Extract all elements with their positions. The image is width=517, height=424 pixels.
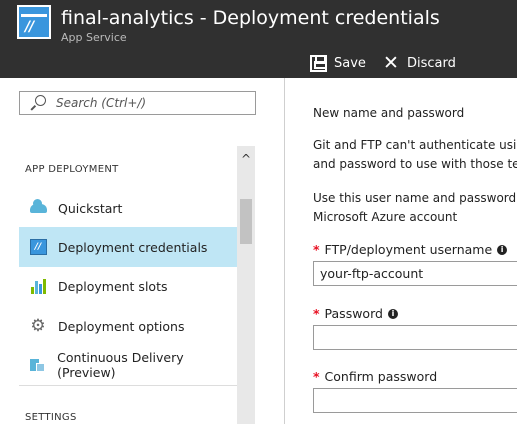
- search-input[interactable]: [56, 96, 246, 110]
- password-field[interactable]: [313, 325, 517, 350]
- app-service-icon: //: [17, 5, 51, 39]
- menu-scrollbar[interactable]: ^: [237, 146, 255, 424]
- save-label: Save: [334, 55, 366, 71]
- form-heading: New name and password: [313, 106, 465, 120]
- required-marker: *: [313, 306, 320, 321]
- section-divider: [19, 385, 237, 386]
- discard-label: Discard: [407, 55, 456, 71]
- required-marker: *: [313, 369, 320, 384]
- sidebar-item-continuous-delivery[interactable]: Continuous Delivery (Preview): [19, 345, 237, 385]
- username-label-text: FTP/deployment username: [324, 242, 493, 257]
- page-subtitle: App Service: [61, 31, 127, 44]
- confirm-password-field[interactable]: [313, 388, 517, 413]
- blade-header: // final-analytics - Deployment credenti…: [0, 0, 517, 78]
- search-box[interactable]: [19, 91, 256, 115]
- gear-icon: ⚙: [30, 315, 46, 336]
- required-marker: *: [313, 242, 320, 257]
- info-icon[interactable]: i: [387, 308, 398, 319]
- sidebar-item-deployment-slots[interactable]: Deployment slots: [19, 266, 237, 306]
- sidebar-item-label: Continuous Delivery (Preview): [57, 350, 184, 380]
- resource-menu: APP DEPLOYMENT Quickstart // Deployment …: [0, 78, 256, 424]
- discard-button[interactable]: ✕ Discard: [382, 52, 456, 74]
- confirm-password-label: * Confirm password: [313, 369, 437, 384]
- password-label-text: Password: [324, 306, 383, 321]
- save-icon: [309, 54, 327, 72]
- save-button[interactable]: Save: [309, 52, 366, 74]
- username-label: * FTP/deployment username i: [313, 242, 508, 257]
- confirm-password-label-text: Confirm password: [324, 369, 438, 384]
- search-icon: [30, 95, 46, 111]
- credentials-form: New name and password Git and FTP can't …: [285, 78, 517, 424]
- credentials-icon: //: [29, 238, 47, 256]
- scroll-thumb[interactable]: [240, 199, 252, 244]
- sidebar-item-label: Deployment credentials: [58, 239, 208, 255]
- description-line: Git and FTP can't authenticate using: [313, 138, 517, 152]
- sidebar-item-label: Deployment slots: [58, 278, 168, 294]
- description-line: Microsoft Azure account: [313, 210, 458, 224]
- sidebar-item-quickstart[interactable]: Quickstart: [19, 188, 237, 228]
- page-title: final-analytics - Deployment credentials: [61, 7, 440, 29]
- description-line: Use this user name and password to: [313, 191, 517, 205]
- cloud-icon: [29, 198, 47, 217]
- scroll-up-arrow[interactable]: ^: [237, 152, 255, 166]
- sidebar-item-deployment-options[interactable]: ⚙ Deployment options: [19, 306, 237, 346]
- section-app-deployment: APP DEPLOYMENT: [25, 164, 119, 175]
- slots-icon: [29, 277, 47, 295]
- continuous-delivery-icon: [29, 356, 46, 374]
- close-icon: ✕: [383, 51, 399, 74]
- username-field[interactable]: [313, 261, 517, 286]
- sidebar-item-label: Deployment options: [58, 318, 185, 334]
- sidebar-item-deployment-credentials[interactable]: // Deployment credentials: [19, 227, 237, 267]
- section-settings: SETTINGS: [25, 412, 77, 423]
- info-icon[interactable]: i: [497, 244, 508, 255]
- description-line: and password to use with those tec: [313, 157, 517, 171]
- sidebar-item-label: Quickstart: [58, 200, 123, 216]
- password-label: * Password i: [313, 306, 398, 321]
